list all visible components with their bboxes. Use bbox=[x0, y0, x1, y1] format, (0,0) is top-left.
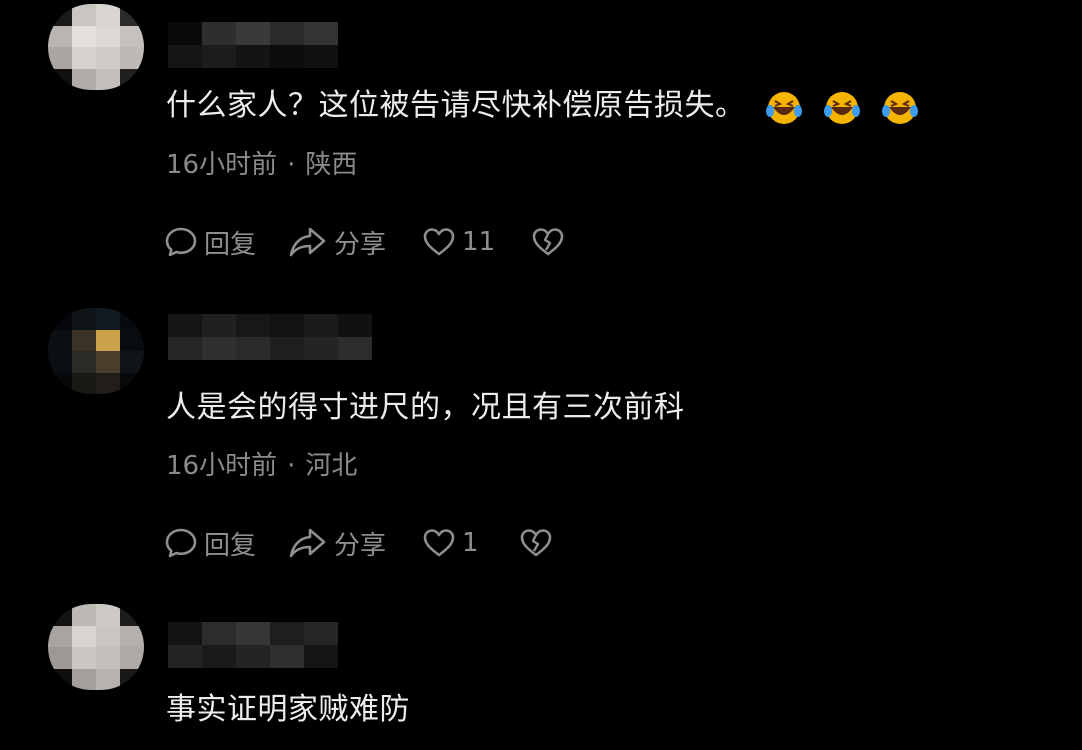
share-label: 分享 bbox=[334, 530, 387, 561]
comment-text-content: 人是会的得寸进尺的，况且有三次前科 bbox=[166, 390, 685, 425]
reply-icon bbox=[165, 227, 197, 257]
like-count: 1 bbox=[462, 528, 479, 558]
laughing-tears-emoji bbox=[765, 91, 802, 124]
comment-text: 人是会的得寸进尺的，况且有三次前科 bbox=[166, 388, 685, 428]
reply-button[interactable]: 回复 bbox=[164, 525, 256, 562]
meta-separator: · bbox=[287, 451, 296, 481]
laughing-tears-emoji bbox=[823, 91, 860, 124]
username-blurred[interactable] bbox=[168, 622, 338, 668]
comment-text: 事实证明家贼难防 bbox=[166, 690, 410, 730]
comment-meta: 16小时前 · 陕西 bbox=[166, 148, 357, 182]
comment-time: 16小时前 bbox=[166, 451, 278, 481]
share-button[interactable]: 分享 bbox=[288, 224, 386, 261]
broken-heart-icon bbox=[532, 228, 564, 256]
share-icon bbox=[289, 528, 326, 558]
reply-icon bbox=[165, 528, 197, 558]
broken-heart-icon bbox=[520, 529, 551, 557]
like-button[interactable]: 11 bbox=[422, 225, 495, 259]
comment-location: 陕西 bbox=[305, 150, 358, 180]
comment-actions: 回复 分享 1 bbox=[164, 523, 553, 563]
dislike-button[interactable] bbox=[519, 526, 553, 560]
reply-button[interactable]: 回复 bbox=[164, 224, 256, 261]
comment-actions: 回复 分享 11 bbox=[164, 222, 565, 262]
comment-meta: 16小时前 · 河北 bbox=[166, 449, 357, 483]
share-button[interactable]: 分享 bbox=[288, 525, 386, 562]
laughing-tears-emoji bbox=[881, 91, 918, 124]
reply-label: 回复 bbox=[204, 530, 257, 561]
share-icon bbox=[289, 227, 326, 257]
like-button[interactable]: 1 bbox=[422, 526, 479, 560]
comment-time: 16小时前 bbox=[166, 150, 278, 180]
dislike-button[interactable] bbox=[531, 225, 565, 259]
avatar[interactable] bbox=[48, 4, 144, 90]
avatar[interactable] bbox=[48, 604, 144, 690]
comment-list: 什么家人？这位被告请尽快补偿原告损失。 16小时前 · 陕西 回复 分享 11 … bbox=[0, 0, 1082, 750]
comment-text: 什么家人？这位被告请尽快补偿原告损失。 bbox=[166, 86, 920, 127]
avatar[interactable] bbox=[48, 308, 144, 394]
share-label: 分享 bbox=[334, 229, 387, 260]
heart-icon bbox=[423, 529, 455, 557]
username-blurred[interactable] bbox=[168, 22, 338, 68]
like-count: 11 bbox=[462, 227, 496, 257]
comment-location: 河北 bbox=[305, 451, 358, 481]
comment-text-content: 什么家人？这位被告请尽快补偿原告损失。 bbox=[166, 88, 746, 123]
heart-icon bbox=[423, 228, 455, 256]
username-blurred[interactable] bbox=[168, 314, 372, 360]
meta-separator: · bbox=[287, 150, 296, 180]
comment-text-content: 事实证明家贼难防 bbox=[166, 692, 410, 727]
reply-label: 回复 bbox=[204, 229, 257, 260]
